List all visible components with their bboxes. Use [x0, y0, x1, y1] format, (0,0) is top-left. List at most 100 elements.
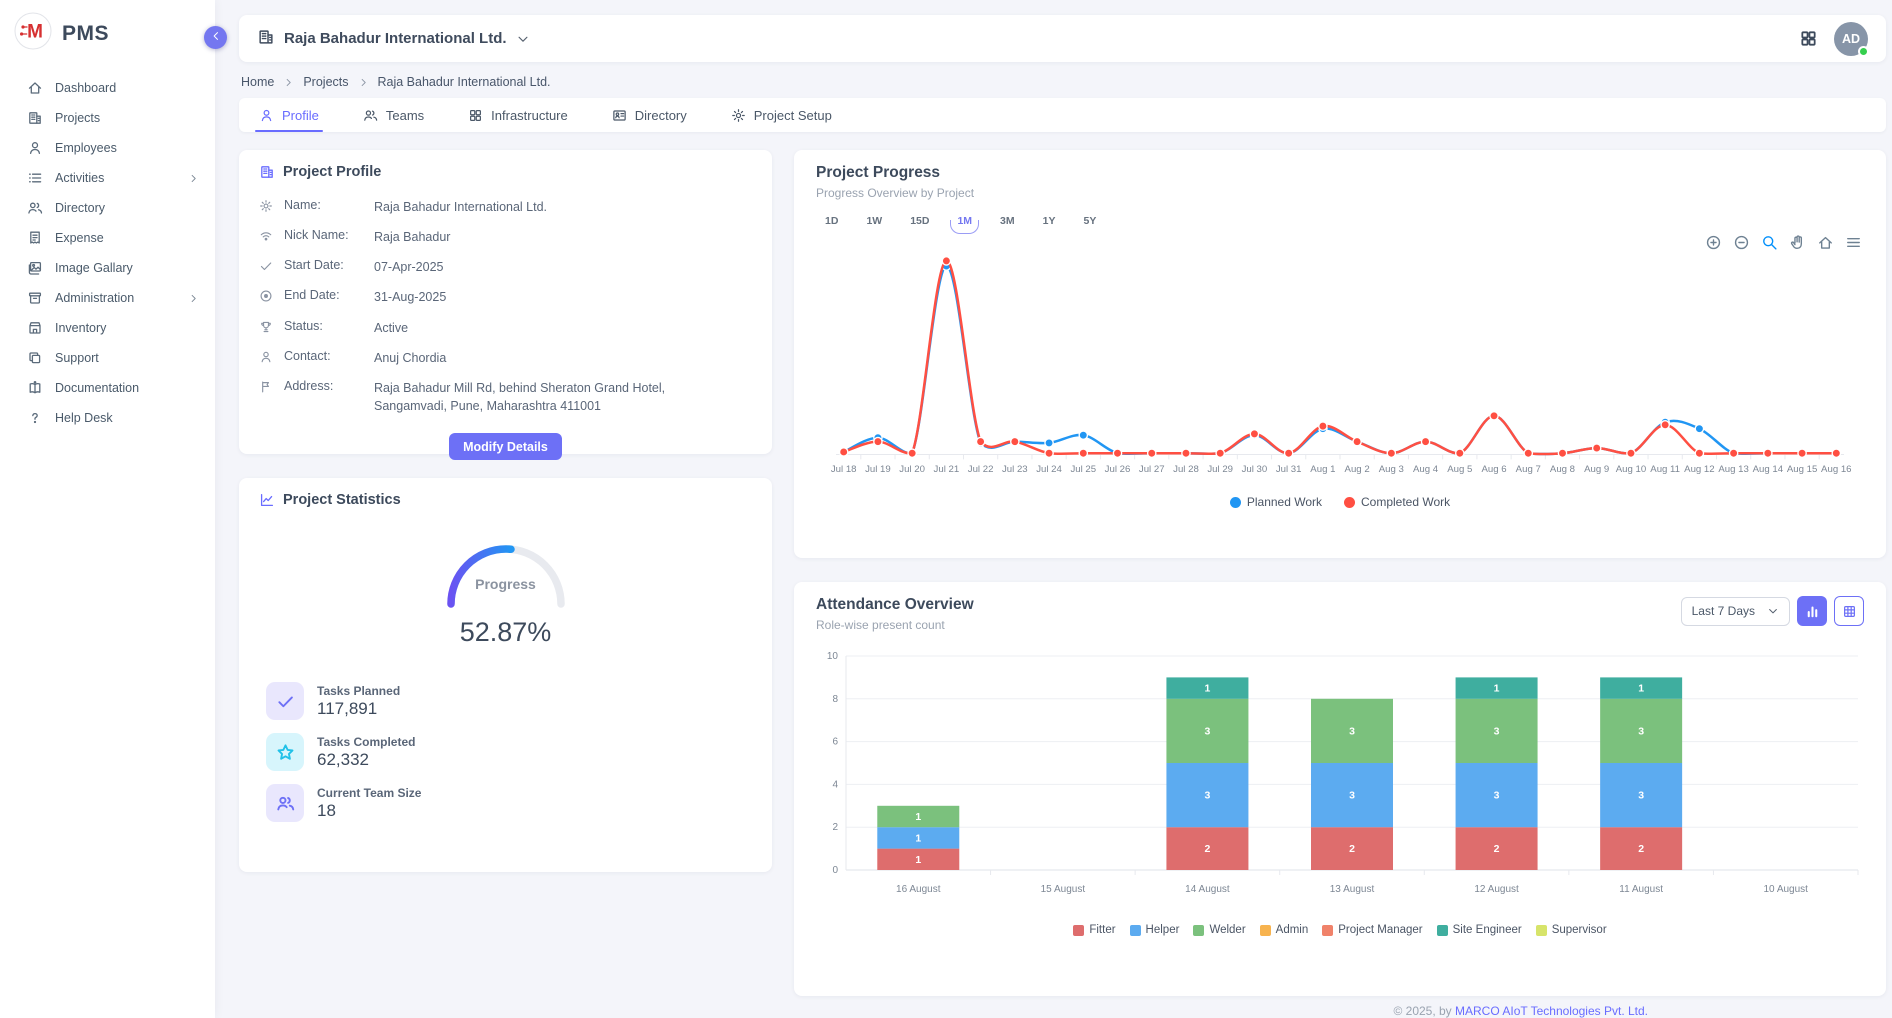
tab-teams[interactable]: Teams	[363, 98, 424, 132]
data-point[interactable]	[1627, 449, 1635, 457]
avatar[interactable]: AD	[1834, 22, 1868, 56]
breadcrumb-item-home[interactable]: Home	[241, 75, 274, 89]
range-1m[interactable]: 1M	[954, 213, 975, 229]
data-point[interactable]	[1421, 437, 1429, 445]
range-1y[interactable]: 1Y	[1040, 213, 1059, 229]
data-point[interactable]	[976, 437, 984, 445]
data-point[interactable]	[874, 437, 882, 445]
sidebar-item-directory[interactable]: Directory	[0, 193, 215, 223]
data-point[interactable]	[942, 257, 950, 265]
reset-zoom-icon[interactable]	[1817, 234, 1834, 251]
data-point[interactable]	[1182, 449, 1190, 457]
legend-dot	[1230, 497, 1241, 508]
table-view-button[interactable]	[1834, 596, 1864, 626]
logo[interactable]: M PMS	[0, 0, 215, 63]
tab-directory[interactable]: Directory	[612, 98, 687, 132]
range-1d[interactable]: 1D	[822, 213, 841, 229]
sidebar-item-dashboard[interactable]: Dashboard	[0, 73, 215, 103]
data-point[interactable]	[1729, 449, 1737, 457]
data-point[interactable]	[1764, 449, 1772, 457]
profile-field-address: Address:Raja Bahadur Mill Rd, behind She…	[259, 373, 752, 421]
data-point[interactable]	[1113, 449, 1121, 457]
zoom-out-icon[interactable]	[1733, 234, 1750, 251]
footer-link[interactable]: MARCO AIoT Technologies Pvt. Ltd.	[1455, 1004, 1648, 1018]
legend-swatch	[1073, 925, 1084, 936]
data-point[interactable]	[1079, 449, 1087, 457]
date-range-dropdown[interactable]: Last 7 Days	[1681, 597, 1790, 626]
legend-welder[interactable]: Welder	[1193, 924, 1245, 936]
sidebar-item-support[interactable]: Support	[0, 343, 215, 373]
data-point[interactable]	[1148, 449, 1156, 457]
data-point[interactable]	[1695, 425, 1703, 433]
range-15d[interactable]: 15D	[907, 213, 932, 229]
sidebar-item-image-gallary[interactable]: Image Gallary	[0, 253, 215, 283]
sidebar-item-label: Support	[55, 351, 199, 365]
company-selector[interactable]: Raja Bahadur International Ltd.	[257, 28, 530, 50]
zoom-in-icon[interactable]	[1705, 234, 1722, 251]
data-point[interactable]	[1250, 430, 1258, 438]
sidebar-item-administration[interactable]: Administration	[0, 283, 215, 313]
pan-icon[interactable]	[1789, 234, 1806, 251]
sidebar-item-employees[interactable]: Employees	[0, 133, 215, 163]
sidebar-item-label: Inventory	[55, 321, 199, 335]
sidebar-item-inventory[interactable]: Inventory	[0, 313, 215, 343]
range-3m[interactable]: 3M	[997, 213, 1018, 229]
data-point[interactable]	[1045, 449, 1053, 457]
apps-grid-icon[interactable]	[1799, 29, 1818, 48]
data-point[interactable]	[1490, 412, 1498, 420]
data-point[interactable]	[1695, 449, 1703, 457]
data-point[interactable]	[1353, 437, 1361, 445]
sidebar-item-label: Dashboard	[55, 81, 199, 95]
legend-planned-work[interactable]: Planned Work	[1230, 495, 1322, 509]
legend-helper[interactable]: Helper	[1130, 924, 1180, 936]
data-point[interactable]	[1011, 437, 1019, 445]
data-point[interactable]	[1216, 449, 1224, 457]
selection-zoom-icon[interactable]	[1761, 234, 1778, 251]
sidebar-item-activities[interactable]: Activities	[0, 163, 215, 193]
tab-profile[interactable]: Profile	[259, 98, 319, 132]
chart-menu-icon[interactable]	[1845, 234, 1862, 251]
stat-current-team-size: Current Team Size18	[266, 784, 752, 822]
data-point[interactable]	[1285, 449, 1293, 457]
legend-completed-work[interactable]: Completed Work	[1344, 495, 1450, 509]
svg-text:Aug 9: Aug 9	[1584, 464, 1609, 475]
data-point[interactable]	[1456, 449, 1464, 457]
data-point[interactable]	[1661, 421, 1669, 429]
sidebar-collapse-button[interactable]	[204, 26, 227, 49]
data-point[interactable]	[1798, 449, 1806, 457]
data-point[interactable]	[840, 448, 848, 456]
data-point[interactable]	[1319, 422, 1327, 430]
range-1w[interactable]: 1W	[863, 213, 885, 229]
sidebar-item-help-desk[interactable]: Help Desk	[0, 403, 215, 433]
sidebar-item-label: Expense	[55, 231, 199, 245]
legend-fitter[interactable]: Fitter	[1073, 924, 1115, 936]
data-point[interactable]	[1079, 431, 1087, 439]
sidebar-item-expense[interactable]: Expense	[0, 223, 215, 253]
star-icon	[266, 733, 304, 771]
data-point[interactable]	[1558, 449, 1566, 457]
data-point[interactable]	[1524, 449, 1532, 457]
logo-icon: M	[14, 12, 52, 55]
svg-text:13 August: 13 August	[1330, 884, 1375, 895]
data-point[interactable]	[1387, 449, 1395, 457]
data-point[interactable]	[1832, 449, 1840, 457]
legend-admin[interactable]: Admin	[1260, 924, 1309, 936]
legend-site-engineer[interactable]: Site Engineer	[1437, 924, 1522, 936]
bar-chart[interactable]: 024681016 August11115 August14 August233…	[816, 646, 1864, 922]
legend-supervisor[interactable]: Supervisor	[1536, 924, 1607, 936]
data-point[interactable]	[1045, 439, 1053, 447]
range-5y[interactable]: 5Y	[1080, 213, 1099, 229]
svg-text:2: 2	[1638, 843, 1644, 855]
sidebar-item-documentation[interactable]: Documentation	[0, 373, 215, 403]
legend-project-manager[interactable]: Project Manager	[1322, 924, 1422, 936]
tab-project-setup[interactable]: Project Setup	[731, 98, 832, 132]
data-point[interactable]	[1593, 444, 1601, 452]
tab-infrastructure[interactable]: Infrastructure	[468, 98, 568, 132]
line-chart[interactable]: Jul 18Jul 19Jul 20Jul 21Jul 22Jul 23Jul …	[816, 241, 1864, 493]
breadcrumb-item-projects[interactable]: Projects	[303, 75, 348, 89]
data-point[interactable]	[908, 449, 916, 457]
bar-view-button[interactable]	[1797, 596, 1827, 626]
sidebar-item-projects[interactable]: Projects	[0, 103, 215, 133]
modify-details-button[interactable]: Modify Details	[449, 433, 562, 460]
id-card-icon	[612, 108, 627, 123]
